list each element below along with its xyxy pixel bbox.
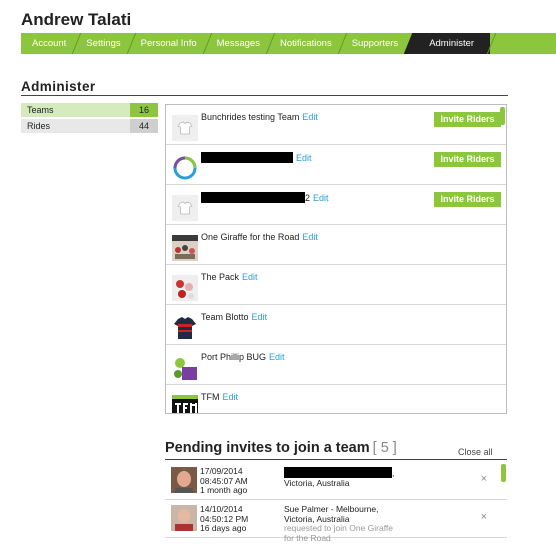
invite-message: , Victoria, Australia (284, 467, 394, 488)
pending-divider (165, 459, 507, 460)
tab-supporters[interactable]: Supporters (341, 33, 407, 54)
invite-riders-button[interactable]: Invite Riders (434, 192, 501, 207)
edit-link[interactable]: Edit (296, 153, 312, 163)
team-name: One Giraffe for the Road (201, 232, 300, 242)
jersey-logo (174, 317, 196, 339)
team-row: Edit Invite Riders (166, 145, 506, 185)
tab-account[interactable]: Account (21, 33, 75, 54)
tab-administer[interactable]: Administer (413, 33, 491, 54)
invite-line2: Victoria, Australia (284, 477, 350, 488)
team-name-line: Bunchrides testing Team Edit (201, 112, 318, 122)
redacted-block (201, 152, 293, 163)
team-photo (172, 275, 198, 301)
team-name: Port Phillip BUG (201, 352, 267, 362)
redacted-block (284, 467, 392, 478)
edit-link[interactable]: Edit (302, 232, 318, 242)
teams-list[interactable]: Bunchrides testing Team Edit Invite Rider… (165, 104, 507, 414)
team-name-line: Team Blotto Edit (201, 312, 267, 322)
tab-notifications[interactable]: Notifications (269, 33, 341, 54)
team-name: 2 (305, 193, 311, 203)
team-row: TFM Edit (166, 385, 506, 413)
invite-datetime: 14/10/2014 04:50:12 PM 16 days ago (200, 504, 248, 534)
bug-logo (172, 355, 198, 381)
edit-link[interactable]: Edit (302, 112, 318, 122)
nav-item-rides[interactable]: Rides 44 (21, 119, 158, 133)
invite-row: 14/10/2014 04:50:12 PM 16 days ago Sue P… (165, 500, 507, 542)
section-title: Administer (21, 79, 96, 94)
team-name: The Pack (201, 272, 240, 282)
shirt-icon (172, 115, 198, 141)
nav-item-count: 44 (130, 119, 158, 133)
team-row: Port Phillip BUG Edit (166, 345, 506, 385)
team-name-line: Edit (201, 152, 312, 163)
close-icon[interactable]: × (481, 511, 487, 523)
edit-link[interactable]: Edit (252, 312, 268, 322)
pending-title: Pending invites to join a team (165, 440, 370, 456)
avatar (171, 505, 197, 531)
team-name-line: Port Phillip BUG Edit (201, 352, 285, 362)
team-row: Team Blotto Edit (166, 305, 506, 345)
avatar (171, 467, 197, 493)
invite-riders-button[interactable]: Invite Riders (434, 112, 501, 127)
invite-ago: 16 days ago (200, 523, 247, 533)
shirt-icon (172, 195, 198, 221)
nav-item-label: Teams (27, 105, 54, 115)
invite-ago: 1 month ago (200, 485, 248, 495)
close-icon[interactable]: × (481, 473, 487, 485)
section-divider (21, 95, 508, 96)
team-row: 2 Edit Invite Riders (166, 185, 506, 225)
pending-invites-list[interactable]: 17/09/2014 08:45:07 AM 1 month ago , Vic… (165, 462, 507, 551)
team-name-line: The Pack Edit (201, 272, 258, 282)
tab-settings[interactable]: Settings (75, 33, 129, 54)
edit-link[interactable]: Edit (269, 352, 285, 362)
invite-message: Sue Palmer - Melbourne, Victoria, Austra… (284, 504, 404, 543)
team-name: Team Blotto (201, 312, 249, 322)
profile-tab-bar: Account Settings Personal Info Messages … (21, 33, 556, 54)
tab-personal-info[interactable]: Personal Info (130, 33, 206, 54)
invite-line1: , (392, 468, 395, 478)
tfm-logo (172, 395, 198, 413)
invite-row: 17/09/2014 08:45:07 AM 1 month ago , Vic… (165, 462, 507, 500)
team-name: Bunchrides testing Team (201, 112, 300, 122)
edit-link[interactable]: Edit (242, 272, 258, 282)
team-row: One Giraffe for the Road Edit (166, 225, 506, 265)
pending-count: [ 5 ] (372, 440, 397, 456)
invite-datetime: 17/09/2014 08:45:07 AM 1 month ago (200, 466, 248, 496)
team-row: Bunchrides testing Team Edit Invite Rider… (166, 105, 506, 145)
team-name-line: 2 Edit (201, 192, 329, 203)
tab-messages[interactable]: Messages (206, 33, 269, 54)
edit-link[interactable]: Edit (313, 193, 329, 203)
edit-link[interactable]: Edit (223, 392, 239, 402)
nav-item-teams[interactable]: Teams 16 (21, 103, 158, 117)
ring-logo (173, 156, 197, 180)
team-name-line: TFM Edit (201, 392, 238, 402)
team-photo (172, 235, 198, 261)
nav-item-label: Rides (27, 121, 51, 131)
team-row: The Pack Edit (166, 265, 506, 305)
redacted-block (201, 192, 305, 203)
profile-name: Andrew Talati (21, 10, 132, 29)
team-name: TFM (201, 392, 220, 402)
team-name-line: One Giraffe for the Road Edit (201, 232, 318, 242)
close-all-link[interactable]: Close all (458, 447, 493, 457)
invite-subtext: requested to join One Giraffe for the Ro… (284, 523, 393, 543)
admin-nav: Teams 16 Rides 44 (21, 103, 158, 135)
invite-riders-button[interactable]: Invite Riders (434, 152, 501, 167)
nav-item-count: 16 (130, 103, 158, 117)
pending-invites-heading: Pending invites to join a team[ 5 ] (165, 440, 397, 456)
